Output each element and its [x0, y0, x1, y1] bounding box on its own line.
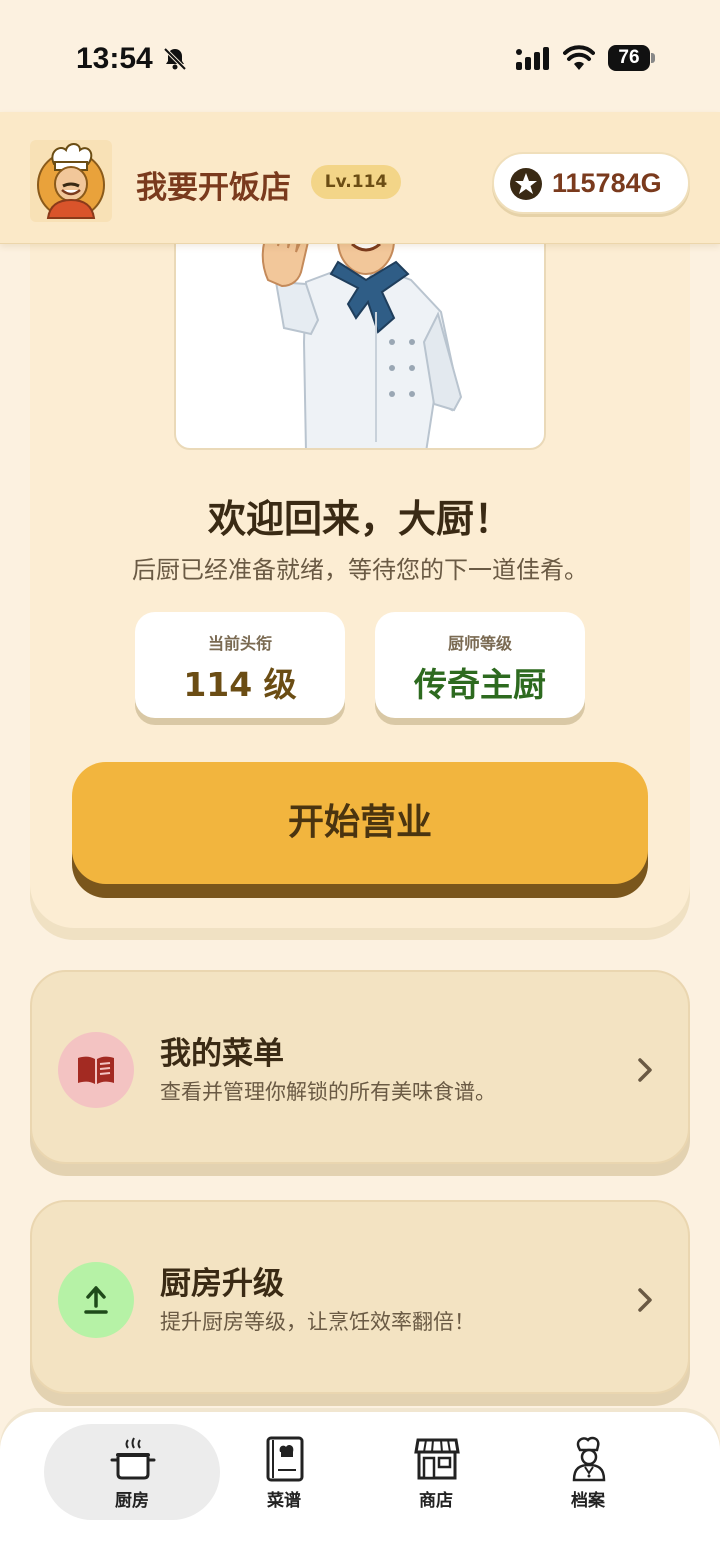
feature-title: 厨房升级	[160, 1266, 284, 1302]
feature-icon-bg	[58, 1262, 134, 1338]
stat-label: 厨师等级	[447, 634, 512, 653]
nav-item-store[interactable]: 商店	[348, 1424, 524, 1520]
feature-icon-bg	[58, 1032, 134, 1108]
stat-value: 114 级	[183, 665, 297, 704]
welcome-title: 欢迎回来，大厨！	[207, 497, 512, 541]
recipe-book-icon	[78, 1056, 114, 1084]
battery-indicator: 76	[608, 45, 650, 71]
chef-profile-icon	[572, 1436, 606, 1482]
nav-item-kitchen[interactable]: 厨房	[44, 1424, 220, 1520]
level-badge: Lv.114	[311, 165, 401, 199]
cookbook-icon	[266, 1436, 304, 1482]
cellular-signal-icon	[516, 47, 549, 70]
welcome-card: 欢迎回来，大厨！ 后厨已经准备就绪，等待您的下一道佳肴。 当前头衔 114 级 …	[30, 200, 690, 928]
coin-balance[interactable]: 115784G	[492, 152, 690, 214]
wifi-icon	[563, 45, 595, 70]
cooking-pot-icon	[110, 1437, 156, 1480]
feature-title: 我的菜单	[160, 1036, 284, 1072]
feature-description: 查看并管理你解锁的所有美味食谱。	[160, 1080, 496, 1104]
my-menu-card[interactable]: 我的菜单 查看并管理你解锁的所有美味食谱。	[30, 970, 690, 1164]
avatar[interactable]	[30, 140, 112, 222]
stat-current-title: 当前头衔 114 级	[135, 612, 345, 718]
chef-avatar-icon	[37, 143, 105, 219]
chevron-right-icon	[638, 1058, 652, 1082]
nav-label: 厨房	[115, 1491, 149, 1511]
waving-chef-image	[261, 222, 463, 448]
stat-value: 传奇主厨	[414, 665, 546, 704]
chevron-right-icon	[638, 1288, 652, 1312]
status-bar: 13:54 76	[0, 0, 720, 112]
stat-label: 当前头衔	[207, 634, 272, 653]
start-business-button[interactable]: 开始营业	[72, 762, 648, 884]
feature-description: 提升厨房等级，让烹饪效率翻倍！	[160, 1310, 475, 1334]
app-header: 我要开饭店 Lv.114 115784G	[0, 112, 720, 244]
bell-muted-icon	[163, 47, 187, 71]
nav-item-profile[interactable]: 档案	[500, 1424, 676, 1520]
star-coin-icon	[510, 168, 542, 200]
upload-arrow-icon	[84, 1286, 108, 1314]
app-title: 我要开饭店	[136, 170, 291, 206]
status-time: 13:54	[76, 42, 153, 75]
nav-label: 档案	[571, 1491, 605, 1511]
store-icon	[414, 1438, 460, 1480]
stat-chef-rank: 厨师等级 传奇主厨	[375, 612, 585, 718]
kitchen-upgrade-card[interactable]: 厨房升级 提升厨房等级，让烹饪效率翻倍！	[30, 1200, 690, 1394]
battery-cap	[651, 53, 655, 63]
bottom-navigation: 厨房 菜谱 商店 档案	[0, 1412, 720, 1565]
welcome-subtitle: 后厨已经准备就绪，等待您的下一道佳肴。	[132, 556, 588, 584]
nav-item-recipes[interactable]: 菜谱	[196, 1424, 372, 1520]
chef-illustration	[174, 220, 546, 450]
nav-label: 商店	[419, 1491, 453, 1511]
coin-value: 115784G	[552, 168, 662, 198]
nav-label: 菜谱	[267, 1491, 301, 1511]
